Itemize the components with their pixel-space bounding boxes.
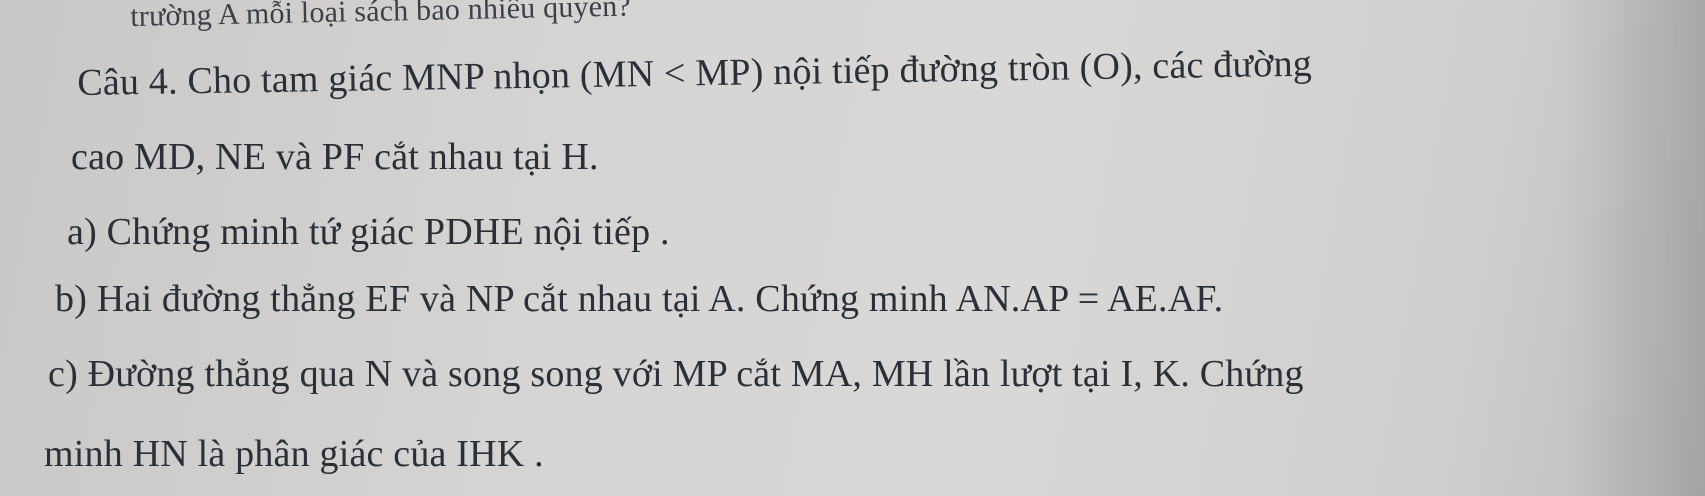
part-c-continuation: minh HN là phân giác của IHK .	[44, 433, 544, 475]
page-edge-shadow	[1565, 0, 1705, 496]
photographed-page: trường A mỗi loại sách bao nhiêu quyển? …	[0, 0, 1705, 496]
part-a: a) Chứng minh tứ giác PDHE nội tiếp .	[67, 211, 670, 253]
previous-question-tail: trường A mỗi loại sách bao nhiêu quyển?	[129, 0, 632, 33]
part-c: c) Đường thẳng qua N và song song với MP…	[48, 353, 1304, 395]
question-4-heading: Câu 4. Cho tam giác MNP nhọn (MN < MP) n…	[76, 42, 1313, 104]
part-b: b) Hai đường thẳng EF và NP cắt nhau tại…	[55, 278, 1224, 320]
question-4-continuation: cao MD, NE và PF cắt nhau tại H.	[71, 136, 599, 178]
